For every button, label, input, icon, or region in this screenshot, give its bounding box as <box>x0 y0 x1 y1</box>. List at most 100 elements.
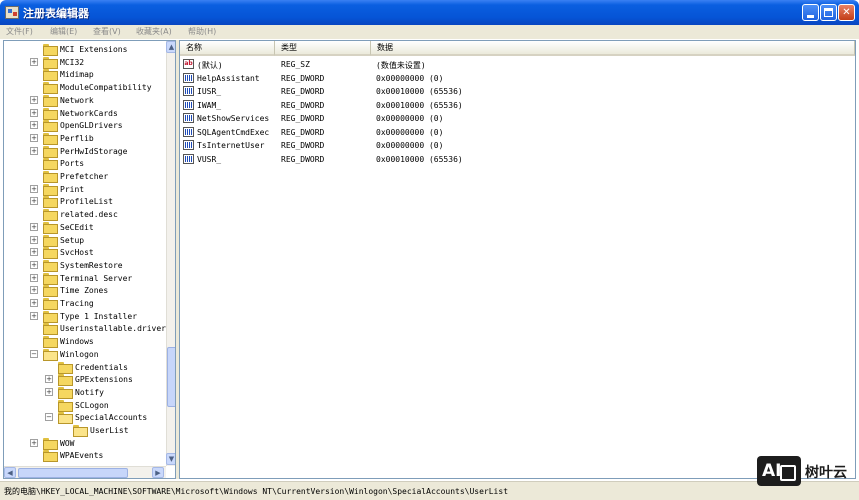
open-folder-icon <box>73 425 88 437</box>
value-data: 0x00000000 (0) <box>376 141 444 150</box>
tree-horizontal-scrollbar[interactable]: ◀ ▶ <box>4 466 166 478</box>
scroll-right-button[interactable]: ▶ <box>152 467 164 478</box>
expand-toggle-icon[interactable]: + <box>30 133 38 142</box>
tree-item-label: SvcHost <box>60 248 94 258</box>
column-header-name[interactable]: 名称 <box>180 41 275 56</box>
value-row[interactable]: ab (默认) REG_SZ (数值未设置) <box>180 58 855 71</box>
expand-toggle-icon[interactable]: + <box>30 260 38 269</box>
registry-value-list[interactable]: 名称 类型 数据 ab (默认) REG_SZ (数值未设置) HelpAssistan… <box>179 40 856 479</box>
minimize-button[interactable] <box>802 4 819 21</box>
collapse-toggle-icon[interactable]: − <box>30 349 38 358</box>
column-header-type[interactable]: 类型 <box>275 41 371 56</box>
menu-help[interactable]: 帮助(H) <box>188 26 216 37</box>
folder-icon <box>43 69 58 82</box>
registry-key-tree[interactable]: MCI Extensions + MCI32 Midimap ModuleCompati… <box>3 40 176 479</box>
tree-item-label: Winlogon <box>60 349 99 359</box>
folder-icon <box>43 336 58 349</box>
expand-toggle-icon[interactable]: + <box>30 197 38 206</box>
folder-icon <box>43 44 58 56</box>
value-name: IWAM_ <box>197 100 222 110</box>
value-row[interactable]: IWAM_ REG_DWORD 0x00010000 (65536) <box>180 99 855 112</box>
value-row[interactable]: IUSR_ REG_DWORD 0x00010000 (65536) <box>180 85 855 98</box>
tree-item-label: SCLogon <box>75 400 109 410</box>
tree-item-label: Print <box>60 184 85 194</box>
scroll-down-button[interactable]: ▼ <box>166 453 175 465</box>
expand-toggle-icon[interactable]: + <box>30 311 38 320</box>
value-row[interactable]: SQLAgentCmdExec REG_DWORD 0x00000000 (0) <box>180 126 855 139</box>
value-row[interactable]: VUSR_ REG_DWORD 0x00010000 (65536) <box>180 153 855 166</box>
column-header-data[interactable]: 数据 <box>371 41 855 56</box>
tree-item-label: SystemRestore <box>60 260 123 270</box>
menu-edit[interactable]: 编辑(E) <box>50 26 77 37</box>
maximize-button[interactable] <box>820 4 837 21</box>
scroll-thumb[interactable] <box>167 347 175 407</box>
title-bar[interactable]: 注册表编辑器 ✕ <box>0 0 859 25</box>
expand-toggle-icon[interactable]: + <box>30 95 38 104</box>
tree-item-label: PerHwIdStorage <box>60 146 128 156</box>
value-row[interactable]: TsInternetUser REG_DWORD 0x00000000 (0) <box>180 139 855 152</box>
value-name: HelpAssistant <box>197 73 260 83</box>
tree-item-label: WOW <box>60 438 75 448</box>
value-row[interactable]: NetShowServices REG_DWORD 0x00000000 (0) <box>180 112 855 125</box>
expand-toggle-icon[interactable]: + <box>30 57 38 66</box>
folder-icon <box>43 323 58 336</box>
expand-toggle-icon[interactable]: + <box>45 387 53 396</box>
menu-favorites[interactable]: 收藏夹(A) <box>136 26 172 37</box>
tree-item-label: MCI Extensions <box>60 45 128 54</box>
folder-icon <box>58 386 73 399</box>
tree-item-label: Type 1 Installer <box>60 311 138 321</box>
folder-icon <box>58 374 73 387</box>
folder-icon <box>43 234 58 247</box>
folder-icon <box>43 298 58 310</box>
tree-vertical-scrollbar[interactable]: ▲ ▼ <box>166 41 175 466</box>
status-key-path: 我的电脑\HKEY_LOCAL_MACHINE\SOFTWARE\Microso… <box>4 487 509 496</box>
window-title: 注册表编辑器 <box>23 7 89 20</box>
value-name: (默认) <box>197 61 223 70</box>
value-type: REG_DWORD <box>281 127 325 137</box>
binary-value-icon <box>183 86 194 96</box>
tree-item-label: UserList <box>90 426 129 435</box>
expand-toggle-icon[interactable]: + <box>30 286 38 295</box>
menu-view[interactable]: 查看(V) <box>93 26 121 37</box>
regedit-app-icon[interactable] <box>5 6 19 19</box>
horizontal-scroll-thumb[interactable] <box>18 468 128 478</box>
folder-icon <box>43 196 58 209</box>
menu-file[interactable]: 文件(F) <box>6 26 33 37</box>
expand-toggle-icon[interactable]: + <box>30 108 38 117</box>
tree-item-label: Windows <box>60 337 94 347</box>
expand-toggle-icon[interactable]: + <box>30 273 38 282</box>
expand-toggle-icon[interactable]: + <box>45 375 53 384</box>
binary-value-icon <box>183 99 194 110</box>
watermark-text: 树叶云 <box>805 465 847 481</box>
expand-toggle-icon[interactable]: + <box>30 248 38 257</box>
tree-item-label: Userinstallable.drivers <box>60 324 171 334</box>
maximize-icon <box>824 8 833 17</box>
expand-toggle-icon[interactable]: + <box>30 222 38 231</box>
binary-value-icon <box>183 72 194 83</box>
value-data: 0x00010000 (65536) <box>376 87 463 96</box>
tree-item-label: MCI32 <box>60 57 85 67</box>
folder-icon <box>43 107 58 120</box>
close-button[interactable]: ✕ <box>838 4 855 21</box>
folder-icon <box>43 183 58 196</box>
expand-toggle-icon[interactable]: + <box>30 235 38 244</box>
scroll-up-button[interactable]: ▲ <box>166 41 175 53</box>
open-folder-icon <box>58 412 73 425</box>
tree-item-label: Network <box>60 95 94 105</box>
value-row[interactable]: HelpAssistant REG_DWORD 0x00000000 (0) <box>180 72 855 85</box>
tree-item-label: SeCEdit <box>60 222 94 232</box>
expand-toggle-icon[interactable]: + <box>30 299 38 307</box>
watermark-ai-badge: AI <box>757 456 801 486</box>
expand-toggle-icon[interactable]: + <box>30 184 38 193</box>
folder-icon <box>43 171 58 183</box>
folder-icon <box>43 285 58 298</box>
tree-item-label: Setup <box>60 235 85 245</box>
scroll-left-button[interactable]: ◀ <box>4 467 16 478</box>
collapse-toggle-icon[interactable]: − <box>45 413 53 422</box>
folder-icon <box>43 221 58 234</box>
minimize-icon <box>807 15 814 18</box>
expand-toggle-icon[interactable]: + <box>30 146 38 155</box>
tree-item-label: OpenGLDrivers <box>60 121 123 131</box>
expand-toggle-icon[interactable]: + <box>30 438 38 447</box>
expand-toggle-icon[interactable]: + <box>30 121 38 130</box>
